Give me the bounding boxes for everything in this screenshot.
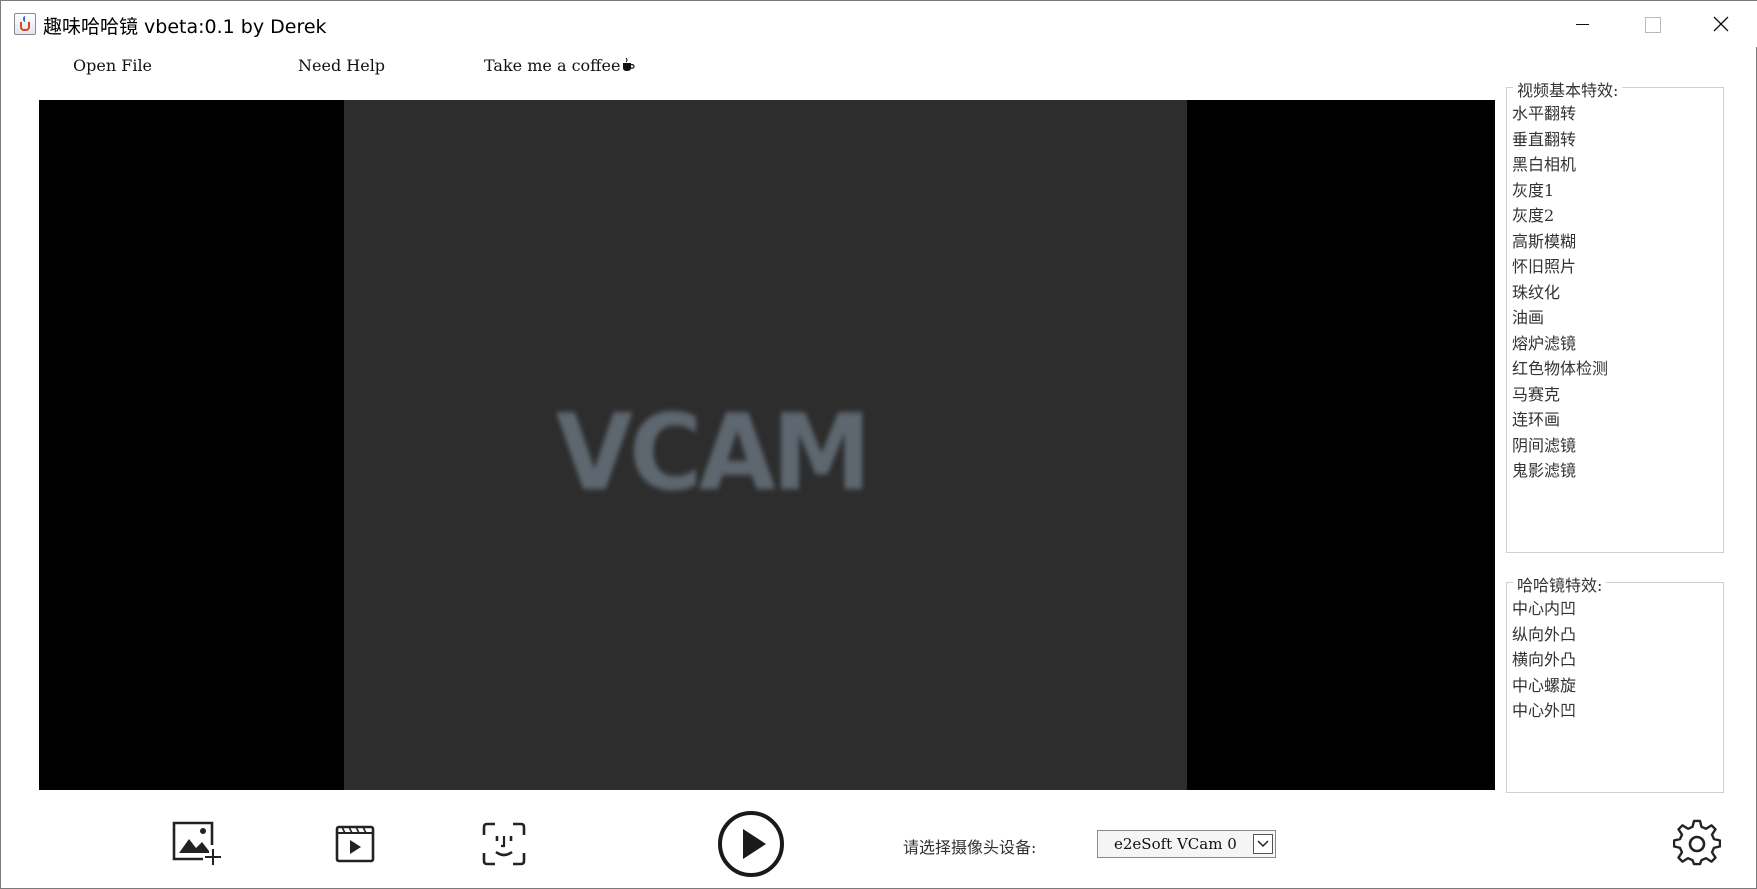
- settings-gear-icon: [1672, 819, 1722, 866]
- basic-effects-list: 水平翻转 垂直翻转 黑白相机 灰度1 灰度2 高斯模糊 怀旧照片 珠纹化 油画 …: [1512, 102, 1608, 485]
- menu-need-help[interactable]: Need Help: [298, 56, 385, 75]
- video-display: VCAM: [39, 100, 1495, 790]
- face-scan-icon: [482, 822, 526, 866]
- haha-effect-item[interactable]: 横向外凸: [1512, 648, 1576, 674]
- effect-item[interactable]: 阴间滤镜: [1512, 434, 1608, 460]
- chevron-down-icon: [1257, 840, 1269, 848]
- camera-frame: VCAM: [344, 100, 1187, 790]
- effect-item[interactable]: 怀旧照片: [1512, 255, 1608, 281]
- menu-coffee-label: Take me a coffee: [484, 56, 621, 75]
- haha-effects-list: 中心内凹 纵向外凸 横向外凸 中心螺旋 中心外凹: [1512, 597, 1576, 725]
- effect-item[interactable]: 灰度2: [1512, 204, 1608, 230]
- effect-item[interactable]: 鬼影滤镜: [1512, 459, 1608, 485]
- play-button[interactable]: [717, 810, 785, 878]
- effect-item[interactable]: 水平翻转: [1512, 102, 1608, 128]
- basic-effects-legend: 视频基本特效:: [1513, 77, 1623, 101]
- window-title: 趣味哈哈镜 vbeta:0.1 by Derek: [43, 16, 327, 38]
- camera-select-value: e2eSoft VCam 0: [1114, 835, 1237, 853]
- play-icon: [718, 811, 784, 877]
- effect-item[interactable]: 连环画: [1512, 408, 1608, 434]
- settings-button[interactable]: [1672, 819, 1722, 867]
- haha-effect-item[interactable]: 纵向外凸: [1512, 623, 1576, 649]
- effect-item[interactable]: 红色物体检测: [1512, 357, 1608, 383]
- close-icon: [1713, 16, 1729, 32]
- menu-open-file[interactable]: Open File: [73, 56, 152, 75]
- effect-item[interactable]: 垂直翻转: [1512, 128, 1608, 154]
- haha-effects-panel: 哈哈镜特效: 中心内凹 纵向外凸 横向外凸 中心螺旋 中心外凹: [1506, 572, 1724, 793]
- haha-effects-legend: 哈哈镜特效:: [1513, 572, 1607, 596]
- effect-item[interactable]: 黑白相机: [1512, 153, 1608, 179]
- java-app-icon: [14, 13, 36, 35]
- effect-item[interactable]: 高斯模糊: [1512, 230, 1608, 256]
- dropdown-arrow-button[interactable]: [1253, 834, 1273, 854]
- camera-select[interactable]: e2eSoft VCam 0: [1097, 830, 1276, 858]
- menu-coffee[interactable]: Take me a coffee: [484, 56, 636, 75]
- haha-effect-item[interactable]: 中心内凹: [1512, 597, 1576, 623]
- camera-select-label: 请选择摄像头设备:: [903, 838, 1037, 857]
- effect-item[interactable]: 油画: [1512, 306, 1608, 332]
- add-image-icon: [172, 821, 221, 865]
- haha-effect-item[interactable]: 中心外凹: [1512, 699, 1576, 725]
- open-video-button[interactable]: [334, 821, 376, 865]
- effect-item[interactable]: 熔炉滤镜: [1512, 332, 1608, 358]
- title-bar: 趣味哈哈镜 vbeta:0.1 by Derek: [1, 1, 1757, 47]
- video-file-icon: [335, 825, 375, 863]
- effect-item[interactable]: 珠纹化: [1512, 281, 1608, 307]
- app-window: 趣味哈哈镜 vbeta:0.1 by Derek Open File Need …: [0, 0, 1757, 889]
- close-button[interactable]: [1686, 1, 1756, 47]
- add-image-button[interactable]: [171, 819, 223, 867]
- effect-item[interactable]: 马赛克: [1512, 383, 1608, 409]
- coffee-cup-icon: [623, 57, 636, 71]
- minimize-button[interactable]: [1547, 1, 1617, 47]
- menu-bar: Open File Need Help Take me a coffee: [1, 47, 1757, 83]
- haha-effect-item[interactable]: 中心螺旋: [1512, 674, 1576, 700]
- vcam-placeholder-text: VCAM: [555, 390, 872, 514]
- effect-item[interactable]: 灰度1: [1512, 179, 1608, 205]
- basic-effects-panel: 视频基本特效: 水平翻转 垂直翻转 黑白相机 灰度1 灰度2 高斯模糊 怀旧照片…: [1506, 77, 1724, 553]
- maximize-button[interactable]: [1616, 1, 1686, 47]
- face-detect-button[interactable]: [481, 821, 527, 867]
